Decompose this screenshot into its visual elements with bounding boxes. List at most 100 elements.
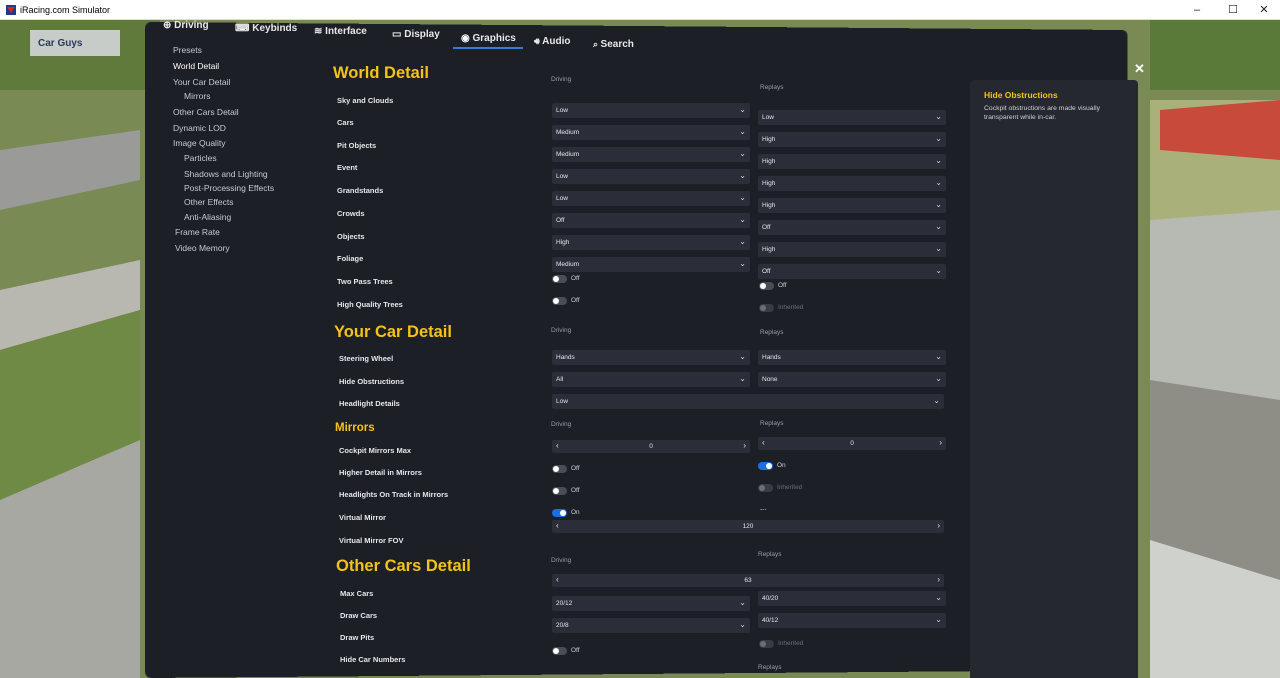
tab-driving[interactable]: ⊕ Driving xyxy=(163,20,209,31)
replays-toggle[interactable] xyxy=(758,462,773,470)
driving-select[interactable]: Off ⌄ xyxy=(552,213,750,228)
sidebar-item[interactable]: Other Cars Detail xyxy=(173,107,239,117)
setting-label: High Quality Trees xyxy=(337,300,403,309)
setting-label: Headlight Details xyxy=(339,399,400,408)
chevron-right-icon[interactable]: › xyxy=(937,521,940,530)
cockpit-mirrors-stepper[interactable]: ‹ 0 › xyxy=(552,440,750,453)
chevron-down-icon: ⌄ xyxy=(739,193,746,202)
sidebar-item[interactable]: Video Memory xyxy=(175,243,230,253)
chevron-down-icon: ⌄ xyxy=(935,156,942,165)
replays-select[interactable]: None ⌄ xyxy=(758,372,946,387)
chevron-right-icon[interactable]: › xyxy=(937,575,940,584)
sidebar-item[interactable]: Post-Processing Effects xyxy=(184,183,274,193)
replays-toggle-state: Inherited xyxy=(778,304,804,311)
replays-select[interactable]: Low ⌄ xyxy=(758,110,946,125)
sidebar-item[interactable]: Presets xyxy=(173,45,202,55)
chevron-down-icon: ⌄ xyxy=(935,200,942,209)
replays-select[interactable]: Off ⌄ xyxy=(758,264,946,279)
driving-select[interactable]: Hands ⌄ xyxy=(552,350,750,365)
sidebar-item[interactable]: Frame Rate xyxy=(175,227,220,237)
sidebar-item[interactable]: Your Car Detail xyxy=(173,77,230,87)
toggle-knob xyxy=(553,466,559,472)
replays-select-value: High xyxy=(762,136,776,143)
chevron-down-icon: ⌄ xyxy=(739,215,746,224)
driving-toggle[interactable] xyxy=(552,647,567,655)
chevron-down-icon: ⌄ xyxy=(739,259,746,268)
replays-toggle-state: Inherited xyxy=(777,484,803,491)
replays-select[interactable]: High ⌄ xyxy=(758,176,946,191)
replays-select[interactable]: High ⌄ xyxy=(758,198,946,213)
tab-audio-label: Audio xyxy=(542,36,571,47)
sidebar-item[interactable]: Mirrors xyxy=(184,91,210,101)
setting-label: Pit Objects xyxy=(337,141,377,150)
sidebar-item[interactable]: Shadows and Lighting xyxy=(184,169,268,179)
section-title-mirrors: Mirrors xyxy=(335,422,375,434)
replays-select[interactable]: 40/20 ⌄ xyxy=(758,591,946,606)
driving-select-value: Low xyxy=(556,195,568,202)
chevron-right-icon[interactable]: › xyxy=(939,438,942,447)
driving-select[interactable]: 20/8 ⌄ xyxy=(552,618,750,633)
close-settings-button[interactable]: ✕ xyxy=(1134,61,1145,77)
help-panel: Hide Obstructions Cockpit obstructions a… xyxy=(970,80,1138,678)
driving-toggle[interactable] xyxy=(552,297,567,305)
replays-toggle-state: On xyxy=(777,462,786,469)
replays-select[interactable]: Hands ⌄ xyxy=(758,350,946,365)
tab-graphics[interactable]: ◉ Graphics xyxy=(461,33,516,44)
driving-select[interactable]: Low ⌄ xyxy=(552,103,750,118)
setting-label: Event xyxy=(337,163,358,172)
tab-interface[interactable]: ≋ Interface xyxy=(314,26,367,37)
driving-toggle[interactable] xyxy=(552,509,567,517)
chevron-down-icon: ⌄ xyxy=(739,237,746,246)
cockpit-mirrors-replays-stepper[interactable]: ‹ 0 › xyxy=(758,437,946,450)
chevron-right-icon[interactable]: › xyxy=(743,441,746,450)
driving-select[interactable]: 20/12 ⌄ xyxy=(552,596,750,611)
driving-select-value: Low xyxy=(556,173,568,180)
replays-toggle[interactable] xyxy=(759,282,774,290)
sidebar-item[interactable]: Image Quality xyxy=(173,138,225,148)
driving-select[interactable]: Medium ⌄ xyxy=(552,125,750,140)
tab-display-label: Display xyxy=(404,29,440,40)
shared-select[interactable]: Low ⌄ xyxy=(552,394,944,409)
sidebar-item[interactable]: Anti-Aliasing xyxy=(184,212,231,222)
sidebar-item[interactable]: World Detail xyxy=(173,61,219,71)
virtual-mirror-fov-stepper[interactable]: ‹ 120 › xyxy=(552,520,944,533)
replays-select[interactable]: 40/12 ⌄ xyxy=(758,613,946,628)
driving-toggle[interactable] xyxy=(552,275,567,283)
driving-select[interactable]: High ⌄ xyxy=(552,235,750,250)
driving-select[interactable]: Low ⌄ xyxy=(552,191,750,206)
sidebar-item[interactable]: Dynamic LOD xyxy=(173,123,226,133)
replays-select[interactable]: Off ⌄ xyxy=(758,220,946,235)
chevron-down-icon: ⌄ xyxy=(935,178,942,187)
tab-display[interactable]: ▭ Display xyxy=(392,29,440,40)
driving-select[interactable]: Low ⌄ xyxy=(552,169,750,184)
replays-select[interactable]: High ⌄ xyxy=(758,132,946,147)
cockpit-mirrors-stepper-value: 0 xyxy=(649,443,653,450)
driving-select[interactable]: Medium ⌄ xyxy=(552,257,750,272)
chevron-down-icon: ⌄ xyxy=(935,615,942,624)
tab-graphics-label: Graphics xyxy=(472,33,516,44)
sidebar-item[interactable]: Particles xyxy=(184,153,217,163)
driving-select[interactable]: All ⌄ xyxy=(552,372,750,387)
sidebar-item[interactable]: Other Effects xyxy=(184,197,233,207)
tab-search[interactable]: ⌕ Search xyxy=(593,39,634,50)
driving-toggle[interactable] xyxy=(552,465,567,473)
tab-audio[interactable]: 🔊︎ Audio xyxy=(534,36,571,47)
tab-keybinds[interactable]: ⌨ Keybinds xyxy=(235,23,297,34)
col-replays: Replays xyxy=(758,664,782,671)
driving-toggle[interactable] xyxy=(552,487,567,495)
cockpit-mirrors-replays-stepper-value: 0 xyxy=(850,440,854,447)
track-banner: Car Guys xyxy=(38,38,83,49)
driving-toggle-state: Off xyxy=(571,647,580,654)
close-window-button[interactable]: ✕ xyxy=(1246,0,1280,20)
game-scene: Car Guys ⊕ Driving ⌨ Keybinds ≋ Interfac… xyxy=(0,20,1280,678)
minimize-button[interactable]: – xyxy=(1179,0,1215,20)
driving-select-value: All xyxy=(556,376,564,383)
setting-label: Hide Car Numbers xyxy=(340,655,406,664)
setting-label: Hide Obstructions xyxy=(339,377,405,386)
tab-search-label: Search xyxy=(600,39,634,50)
toggle-knob xyxy=(759,485,765,491)
replays-select[interactable]: High ⌄ xyxy=(758,242,946,257)
replays-select[interactable]: High ⌄ xyxy=(758,154,946,169)
max-cars-stepper[interactable]: ‹ 63 › xyxy=(552,574,944,587)
driving-select[interactable]: Medium ⌄ xyxy=(552,147,750,162)
